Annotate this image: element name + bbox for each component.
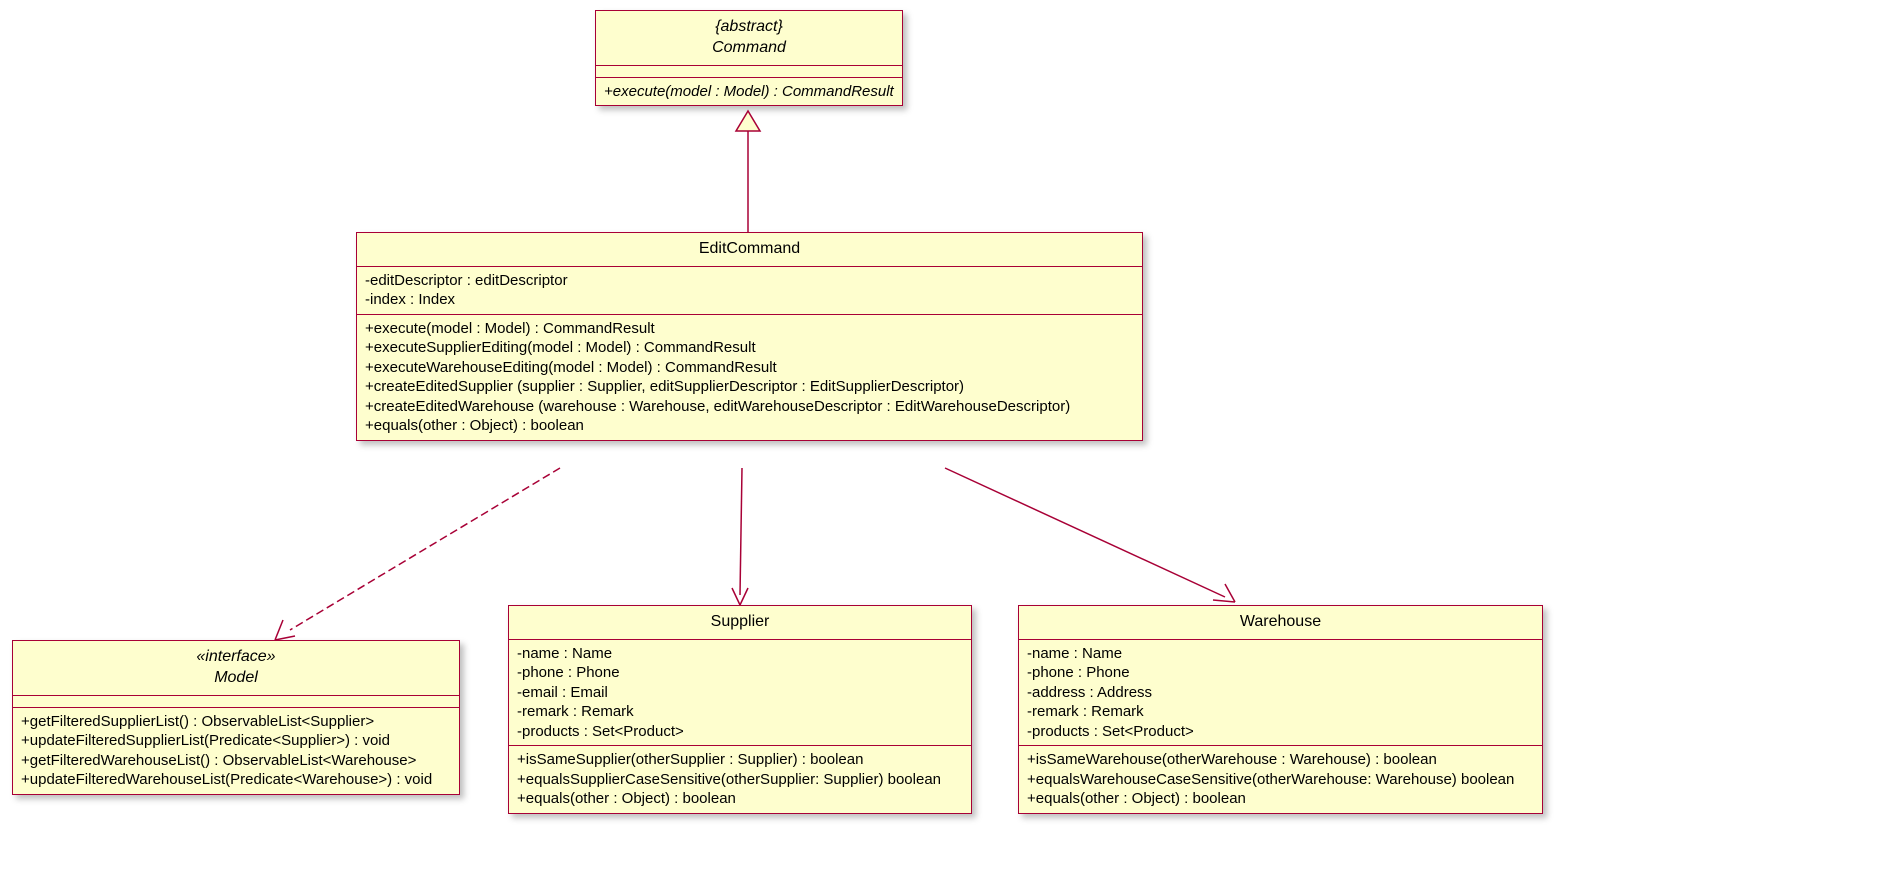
association-line [740,468,742,595]
class-model: «interface» Model +getFilteredSupplierLi… [12,640,460,795]
method: +execute(model : Model) : CommandResult [604,82,894,102]
class-model-methods: +getFilteredSupplierList() : ObservableL… [13,708,459,794]
supplier-name: Supplier [521,612,959,633]
attr: -email : Email [517,683,963,703]
class-editcommand: EditCommand -editDescriptor : editDescri… [356,232,1143,441]
class-command-methods: +execute(model : Model) : CommandResult [596,78,902,106]
command-stereotype: {abstract} [608,17,890,38]
method: +executeSupplierEditing(model : Model) :… [365,338,1134,358]
class-command-attrs [596,66,902,78]
association-arrow-icon [732,588,740,605]
attr: -index : Index [365,290,1134,310]
class-supplier-methods: +isSameSupplier(otherSupplier : Supplier… [509,746,971,813]
method: +createEditedWarehouse (warehouse : Ware… [365,397,1134,417]
attr: -phone : Phone [1027,663,1534,683]
class-supplier-title: Supplier [509,606,971,640]
attr: -name : Name [1027,644,1534,664]
method: +equals(other : Object) : boolean [517,789,963,809]
attr: -remark : Remark [1027,702,1534,722]
class-editcommand-attrs: -editDescriptor : editDescriptor -index … [357,267,1142,315]
method: +executeWarehouseEditing(model : Model) … [365,358,1134,378]
method: +isSameWarehouse(otherWarehouse : Wareho… [1027,750,1534,770]
class-command-title: {abstract} Command [596,11,902,66]
attr: -remark : Remark [517,702,963,722]
class-command: {abstract} Command +execute(model : Mode… [595,10,903,106]
class-warehouse-title: Warehouse [1019,606,1542,640]
association-arrow-icon [1213,600,1235,602]
method: +execute(model : Model) : CommandResult [365,319,1134,339]
dependency-arrow-icon [275,620,283,640]
model-name: Model [25,668,447,689]
inheritance-arrowhead-icon [736,111,760,131]
association-arrow-icon [1225,584,1235,602]
method: +equalsSupplierCaseSensitive(otherSuppli… [517,770,963,790]
method: +equals(other : Object) : boolean [365,416,1134,436]
command-name: Command [608,38,890,59]
attr: -products : Set<Product> [517,722,963,742]
class-model-attrs [13,696,459,708]
method: +getFilteredSupplierList() : ObservableL… [21,712,451,732]
attr: -address : Address [1027,683,1534,703]
method: +equals(other : Object) : boolean [1027,789,1534,809]
method: +createEditedSupplier (supplier : Suppli… [365,377,1134,397]
model-stereotype: «interface» [25,647,447,668]
attr: -name : Name [517,644,963,664]
warehouse-name: Warehouse [1031,612,1530,633]
class-warehouse-methods: +isSameWarehouse(otherWarehouse : Wareho… [1019,746,1542,813]
association-line [945,468,1225,597]
class-editcommand-methods: +execute(model : Model) : CommandResult … [357,315,1142,440]
class-warehouse-attrs: -name : Name -phone : Phone -address : A… [1019,640,1542,747]
class-supplier: Supplier -name : Name -phone : Phone -em… [508,605,972,814]
attr: -editDescriptor : editDescriptor [365,271,1134,291]
attr: -phone : Phone [517,663,963,683]
class-warehouse: Warehouse -name : Name -phone : Phone -a… [1018,605,1543,814]
method: +updateFilteredSupplierList(Predicate<Su… [21,731,451,751]
method: +getFilteredWarehouseList() : Observable… [21,751,451,771]
class-model-title: «interface» Model [13,641,459,696]
method: +isSameSupplier(otherSupplier : Supplier… [517,750,963,770]
class-supplier-attrs: -name : Name -phone : Phone -email : Ema… [509,640,971,747]
attr: -products : Set<Product> [1027,722,1534,742]
association-arrow-icon [740,588,748,605]
method: +equalsWarehouseCaseSensitive(otherWareh… [1027,770,1534,790]
method: +updateFilteredWarehouseList(Predicate<W… [21,770,451,790]
class-editcommand-title: EditCommand [357,233,1142,267]
editcommand-name: EditCommand [369,239,1130,260]
